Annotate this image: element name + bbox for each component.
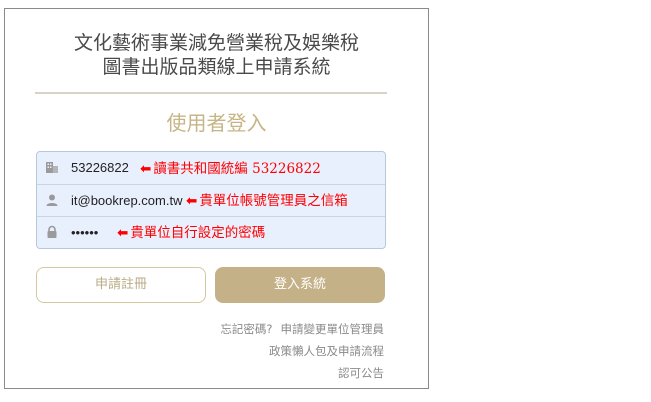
login-button[interactable]: 登入系統: [215, 267, 385, 303]
approval-notice-link[interactable]: 認可公告: [338, 366, 384, 380]
change-admin-link[interactable]: 申請變更單位管理員: [281, 322, 385, 336]
password-value: ••••••: [71, 225, 99, 240]
policy-guide-link[interactable]: 政策懶人包及申請流程: [269, 344, 384, 358]
divider: [35, 92, 387, 94]
login-panel: 文化藝術事業減免營業稅及娛樂稅 圖書出版品類線上申請系統 使用者登入 53226…: [4, 8, 429, 389]
email-value: it@bookrep.com.tw: [71, 193, 183, 208]
arrow-left-icon: ⬅: [117, 225, 129, 241]
links-row-2: 政策懶人包及申請流程: [269, 343, 384, 359]
links-row-3: 認可公告: [338, 365, 384, 381]
building-icon: [46, 162, 58, 173]
login-heading: 使用者登入: [166, 111, 267, 135]
tax-id-value: 53226822: [71, 160, 129, 175]
lock-icon: [47, 225, 57, 238]
tax-id-annotation: ⬅ 讀書共和國統編 53226822: [140, 161, 321, 177]
system-title-line2: 圖書出版品類線上申請系統: [102, 56, 331, 78]
password-annotation: ⬅ 貴單位自行設定的密碼: [117, 225, 266, 241]
user-icon: [46, 194, 58, 206]
arrow-left-icon: ⬅: [140, 161, 152, 177]
email-annotation: ⬅ 貴單位帳號管理員之信箱: [186, 193, 348, 209]
forgot-password-link[interactable]: 忘記密碼?: [220, 322, 272, 336]
links-row-1: 忘記密碼? 申請變更單位管理員: [220, 321, 384, 337]
register-button[interactable]: 申請註冊: [36, 267, 206, 303]
system-title-line1: 文化藝術事業減免營業稅及娛樂稅: [73, 32, 359, 54]
arrow-left-icon: ⬅: [186, 193, 198, 209]
